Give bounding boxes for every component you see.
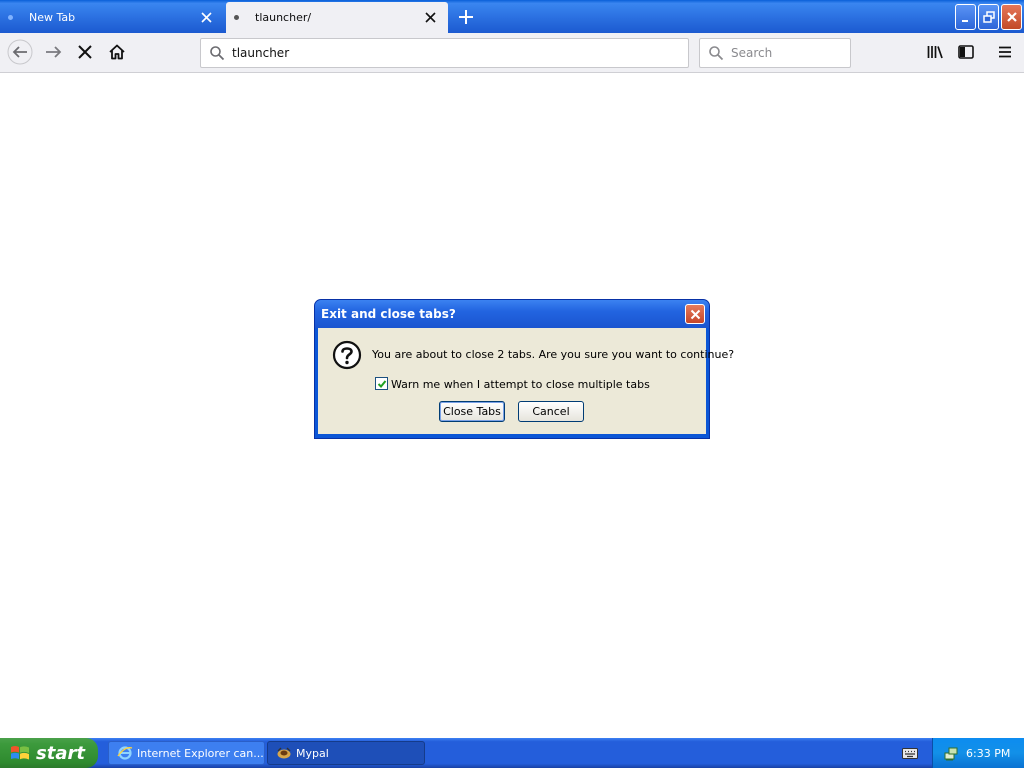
close-tabs-button[interactable]: Close Tabs <box>439 401 505 422</box>
warn-multiple-tabs-label[interactable]: Warn me when I attempt to close multiple… <box>391 378 650 391</box>
taskbar-item-internet-explorer[interactable]: Internet Explorer can... <box>108 741 265 765</box>
taskbar-item-label: Mypal <box>296 746 329 760</box>
internet-explorer-icon <box>117 746 133 760</box>
mypal-icon <box>277 747 291 759</box>
forward-button[interactable] <box>39 38 67 66</box>
keyboard-icon[interactable] <box>902 746 918 760</box>
back-arrow-icon <box>7 39 33 65</box>
close-icon[interactable] <box>422 10 438 26</box>
new-tab-button[interactable] <box>452 4 480 30</box>
dialog-close-button[interactable] <box>685 304 705 324</box>
tab-tlauncher[interactable]: tlauncher/ <box>226 2 448 33</box>
taskbar-item-label: Internet Explorer can... <box>137 746 264 760</box>
dialog-titlebar[interactable]: Exit and close tabs? <box>315 300 709 328</box>
start-button[interactable]: start <box>0 738 98 768</box>
search-icon <box>207 43 227 63</box>
cancel-button[interactable]: Cancel <box>518 401 584 422</box>
taskbar-item-mypal[interactable]: Mypal <box>267 741 425 765</box>
dialog-title: Exit and close tabs? <box>321 307 456 321</box>
restore-button[interactable] <box>978 4 999 30</box>
search-bar[interactable]: Search <box>699 38 851 68</box>
taskbar: start Internet Explorer can... Mypal 6:3… <box>0 738 1024 768</box>
minimize-button[interactable] <box>955 4 976 30</box>
clock[interactable]: 6:33 PM <box>966 747 1010 760</box>
home-icon <box>109 44 125 60</box>
tab-title: tlauncher/ <box>255 11 312 24</box>
sidebar-icon <box>958 45 974 59</box>
minimize-icon <box>962 19 968 22</box>
windows-logo-icon <box>11 746 29 760</box>
navigation-toolbar: tlauncher Search <box>0 33 1024 73</box>
close-icon[interactable] <box>198 10 214 26</box>
tab-favicon-dot <box>8 15 13 20</box>
hamburger-menu-icon <box>999 46 1011 58</box>
tab-title: New Tab <box>29 11 76 24</box>
forward-arrow-icon <box>46 46 62 58</box>
back-button[interactable] <box>6 38 34 66</box>
stop-button[interactable] <box>71 38 99 66</box>
home-button[interactable] <box>103 38 131 66</box>
dialog-message: You are about to close 2 tabs. Are you s… <box>372 348 735 361</box>
stop-icon <box>78 45 92 59</box>
window-close-button[interactable] <box>1001 4 1022 30</box>
tab-new-tab[interactable]: New Tab <box>0 2 224 33</box>
search-placeholder: Search <box>731 46 773 60</box>
network-icon[interactable] <box>943 745 959 761</box>
library-button[interactable] <box>921 38 949 66</box>
menu-button[interactable] <box>991 38 1019 66</box>
dialog-body: You are about to close 2 tabs. Are you s… <box>318 328 734 434</box>
close-icon <box>690 309 700 319</box>
tab-favicon-dot <box>234 15 239 20</box>
start-label: start <box>36 742 85 764</box>
browser-titlebar: New Tab tlauncher/ <box>0 0 1024 33</box>
library-icon <box>927 46 943 59</box>
restore-icon <box>982 11 995 23</box>
checkmark-icon <box>377 379 386 388</box>
exit-close-tabs-dialog: Exit and close tabs? You are about to cl… <box>314 299 734 439</box>
url-text: tlauncher <box>232 46 290 60</box>
plus-icon <box>459 10 473 24</box>
question-icon <box>332 340 362 370</box>
url-bar[interactable]: tlauncher <box>200 38 689 68</box>
search-icon <box>706 43 726 63</box>
sidebar-button[interactable] <box>952 38 980 66</box>
warn-multiple-tabs-checkbox[interactable] <box>375 377 388 390</box>
close-icon <box>1006 12 1017 22</box>
